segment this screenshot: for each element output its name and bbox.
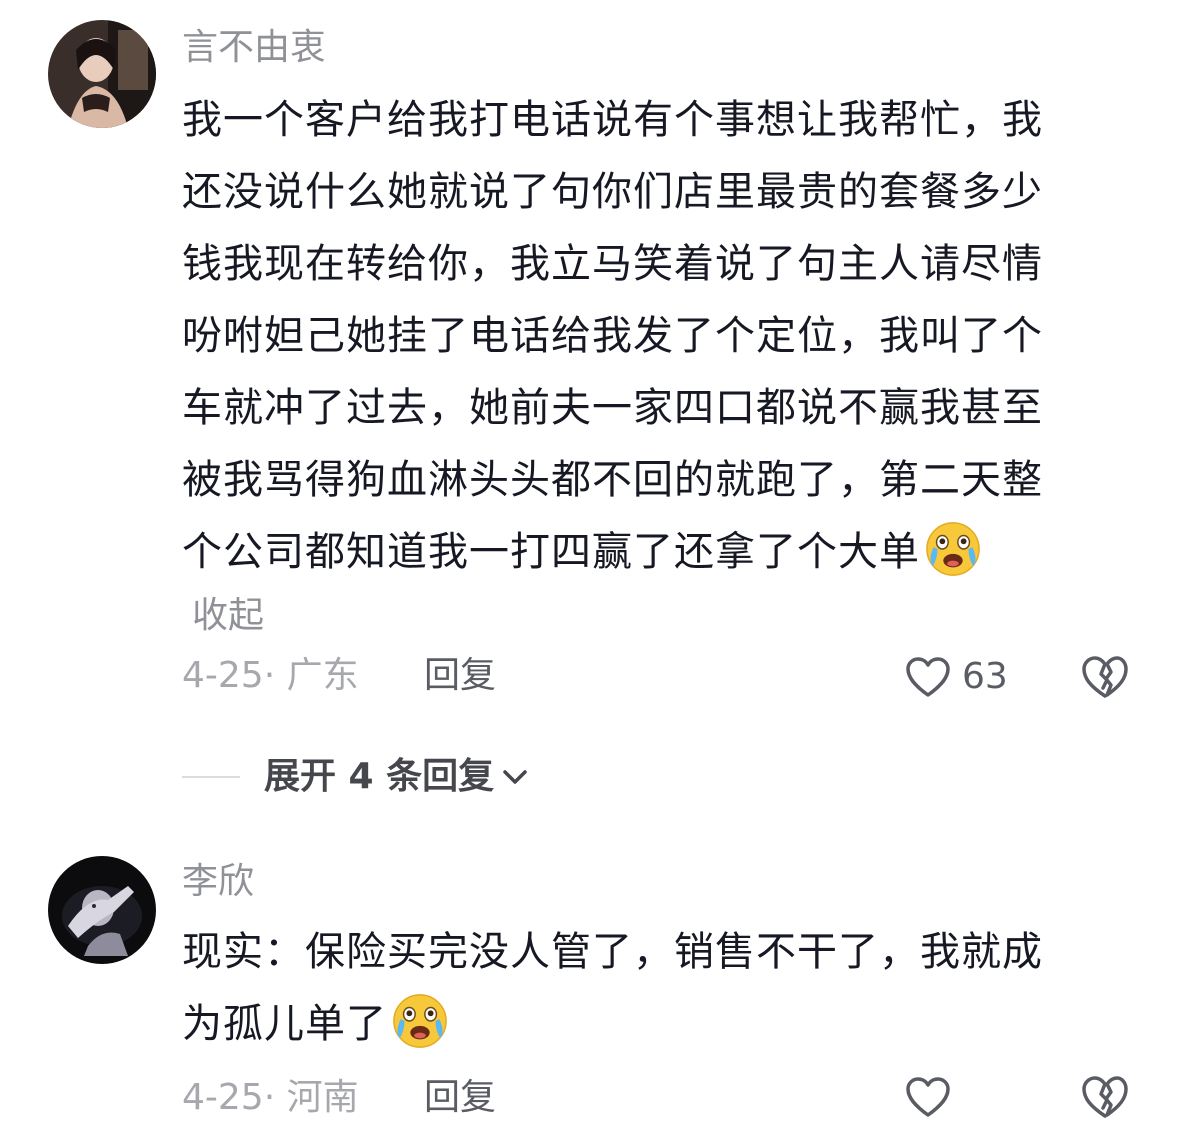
crying-laughing-emoji-icon	[926, 522, 980, 576]
heart-outline-icon	[906, 657, 950, 697]
comment-text-line: 现实：保险买完没人管了，销售不干了，我就成	[182, 929, 1043, 975]
avatar[interactable]	[48, 856, 156, 964]
username[interactable]: 言不由衷	[182, 26, 326, 70]
comment-text-line: 被我骂得狗血淋头头都不回的就跑了，第二天整	[182, 457, 1043, 503]
comment-text-segment: 为孤儿单了	[182, 1001, 387, 1047]
avatar[interactable]	[48, 20, 156, 128]
reply-button[interactable]: 回复	[424, 1076, 496, 1120]
avatar-photo	[48, 856, 156, 964]
comment-text-line: 我一个客户给我打电话说有个事想让我帮忙，我	[182, 97, 1043, 143]
comment-text-line: 车就冲了过去，她前夫一家四口都说不赢我甚至	[182, 385, 1043, 431]
comment-text-line: 为孤儿单了	[182, 988, 1112, 1060]
comment-text-line: 还没说什么她就说了句你们店里最贵的套餐多少	[182, 169, 1043, 215]
reply-button[interactable]: 回复	[424, 654, 496, 698]
crying-laughing-emoji-icon	[393, 994, 447, 1048]
comment-meta: 4-25· 河南	[182, 1077, 359, 1118]
divider	[182, 776, 240, 778]
heart-outline-icon	[906, 1077, 950, 1117]
comment-meta: 4-25· 广东	[182, 655, 359, 696]
username[interactable]: 李欣	[182, 860, 254, 904]
chevron-down-icon	[503, 770, 527, 784]
comment-text: 我一个客户给我打电话说有个事想让我帮忙，我 还没说什么她就说了句你们店里最贵的套…	[182, 84, 1112, 588]
comment-text: 现实：保险买完没人管了，销售不干了，我就成 为孤儿单了	[182, 916, 1112, 1060]
like-button[interactable]	[904, 1072, 952, 1122]
comment-text-line: 吩咐妲己她挂了电话给我发了个定位，我叫了个	[182, 313, 1043, 359]
comment-text-line: 个公司都知道我一打四赢了还拿了个大单	[182, 516, 1112, 588]
like-count: 63	[962, 656, 1008, 697]
expand-replies-label: 展开 4 条回复	[264, 756, 495, 797]
broken-heart-icon[interactable]	[1080, 1072, 1130, 1122]
comment-text-segment: 个公司都知道我一打四赢了还拿了个大单	[182, 529, 920, 575]
avatar-photo	[48, 20, 156, 128]
expand-replies-button[interactable]: 展开 4 条回复	[182, 752, 530, 802]
comment-text-line: 钱我现在转给你，我立马笑着说了句主人请尽情	[182, 241, 1043, 287]
broken-heart-icon[interactable]	[1080, 652, 1130, 702]
collapse-button[interactable]: 收起	[192, 594, 264, 638]
like-button[interactable]: 63	[904, 652, 1008, 702]
